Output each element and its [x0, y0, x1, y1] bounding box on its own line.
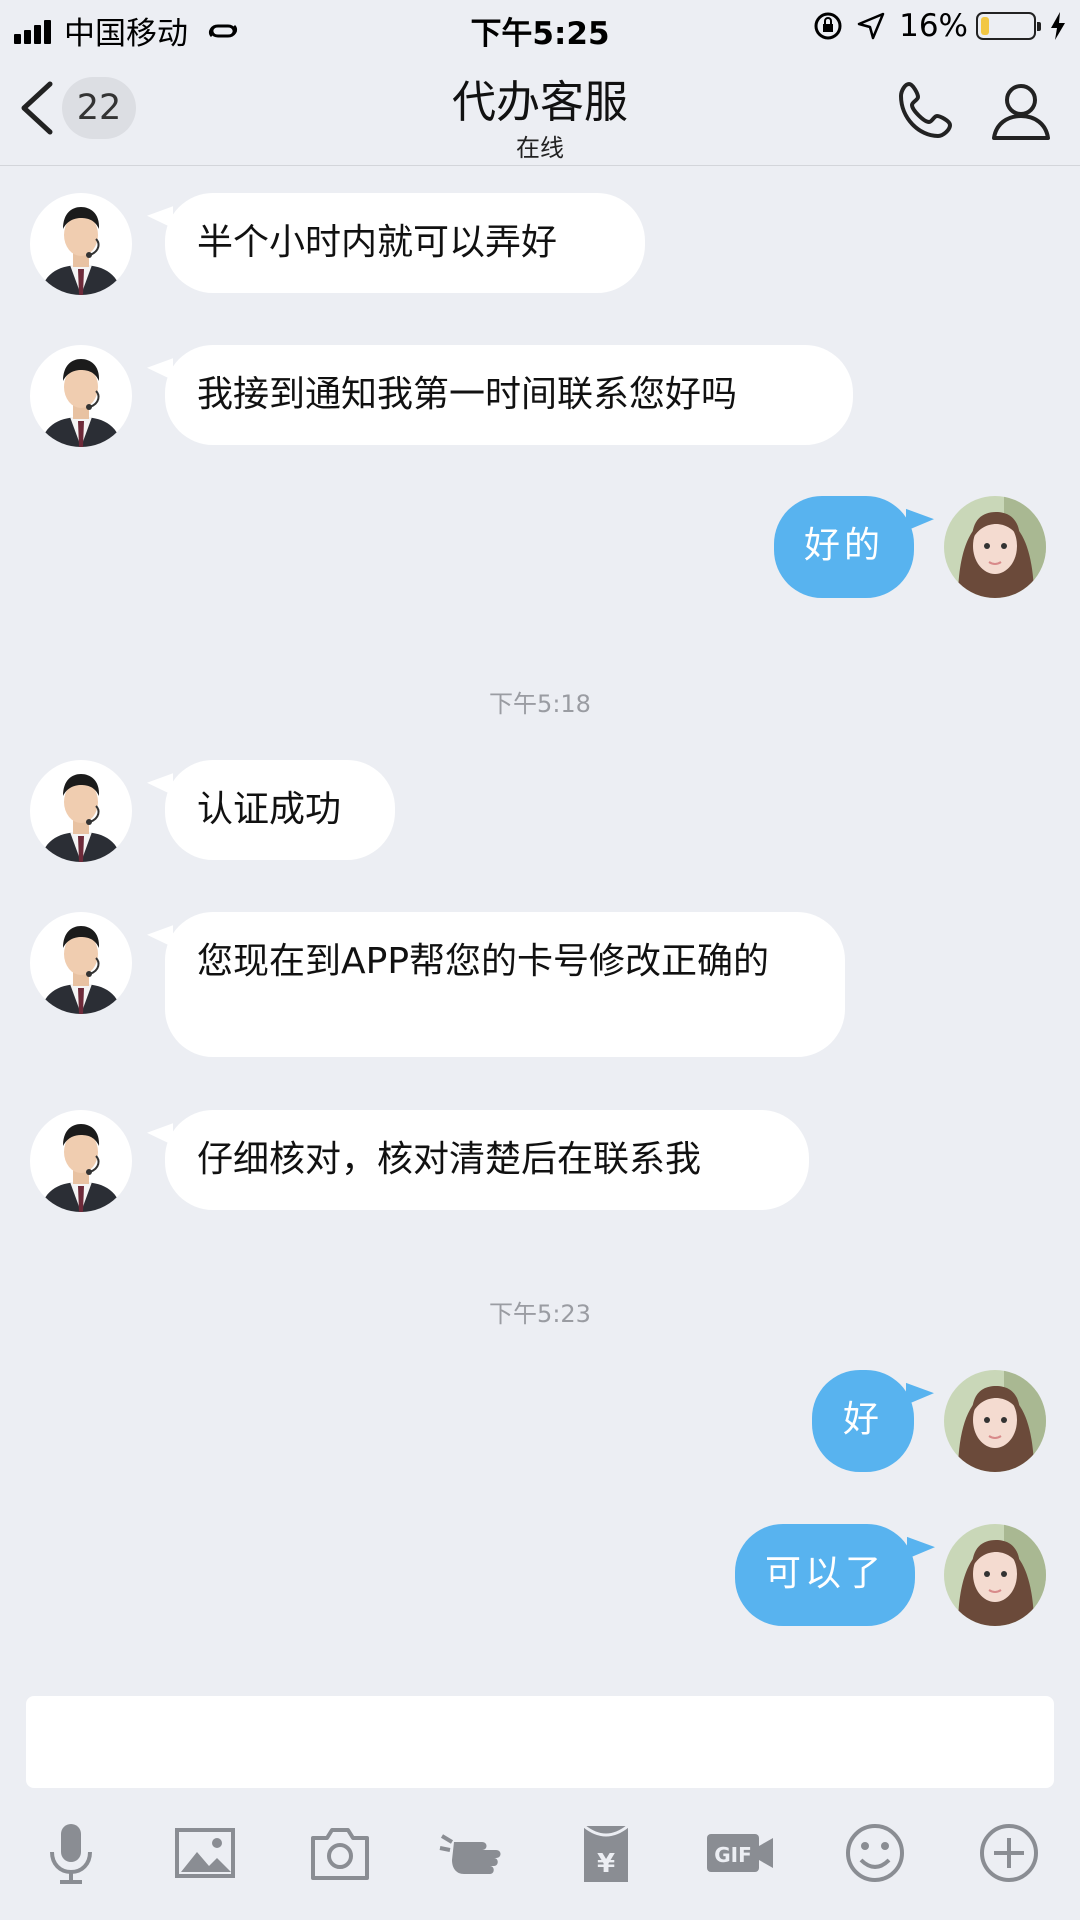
location-icon [857, 12, 885, 40]
gif-label: GIF [714, 1843, 752, 1867]
message-bubble-incoming: 仔细核对，核对清楚后在联系我 [165, 1110, 809, 1210]
image-icon[interactable] [170, 1818, 240, 1888]
battery-fill [981, 17, 989, 35]
camera-icon[interactable] [305, 1818, 375, 1888]
agent-avatar[interactable] [30, 1110, 132, 1212]
chat-header: 22 代办客服 在线 [0, 54, 1080, 166]
profile-icon[interactable] [990, 80, 1052, 142]
message-bubble-outgoing: 好的 [774, 496, 914, 598]
message-input[interactable] [26, 1696, 1054, 1788]
message-bubble-incoming: 我接到通知我第一时间联系您好吗 [165, 345, 853, 445]
agent-avatar[interactable] [30, 345, 132, 447]
timestamp: 下午5:23 [489, 1300, 591, 1328]
status-bar: 中国移动 下午5:25 16% [0, 0, 1080, 54]
rotation-lock-icon [814, 12, 842, 40]
message-bubble-incoming: 您现在到APP帮您的卡号修改正确的 [165, 912, 845, 1057]
microphone-icon[interactable] [36, 1818, 106, 1888]
user-avatar[interactable] [944, 1524, 1046, 1626]
gif-icon[interactable]: GIF [705, 1818, 775, 1888]
phone-call-icon[interactable] [893, 78, 959, 144]
timestamp: 下午5:18 [489, 690, 591, 718]
status-right: 16% [813, 8, 1068, 44]
agent-avatar[interactable] [30, 912, 132, 1014]
battery-icon [976, 12, 1041, 40]
message-bubble-outgoing: 可以了 [735, 1524, 915, 1626]
user-avatar[interactable] [944, 496, 1046, 598]
red-packet-icon[interactable]: ¥ [571, 1818, 641, 1888]
emoji-icon[interactable] [840, 1818, 910, 1888]
poke-icon[interactable] [438, 1818, 508, 1888]
agent-avatar[interactable] [30, 193, 132, 295]
input-toolbar: ¥ GIF [0, 1818, 1080, 1898]
user-avatar[interactable] [944, 1370, 1046, 1472]
message-bubble-incoming: 半个小时内就可以弄好 [165, 193, 645, 293]
plus-icon[interactable] [974, 1818, 1044, 1888]
red-packet-label: ¥ [597, 1849, 615, 1879]
charging-icon [1051, 12, 1065, 40]
battery-percent: 16% [899, 8, 968, 44]
message-bubble-incoming: 认证成功 [165, 760, 395, 860]
message-bubble-outgoing: 好 [812, 1370, 914, 1472]
agent-avatar[interactable] [30, 760, 132, 862]
